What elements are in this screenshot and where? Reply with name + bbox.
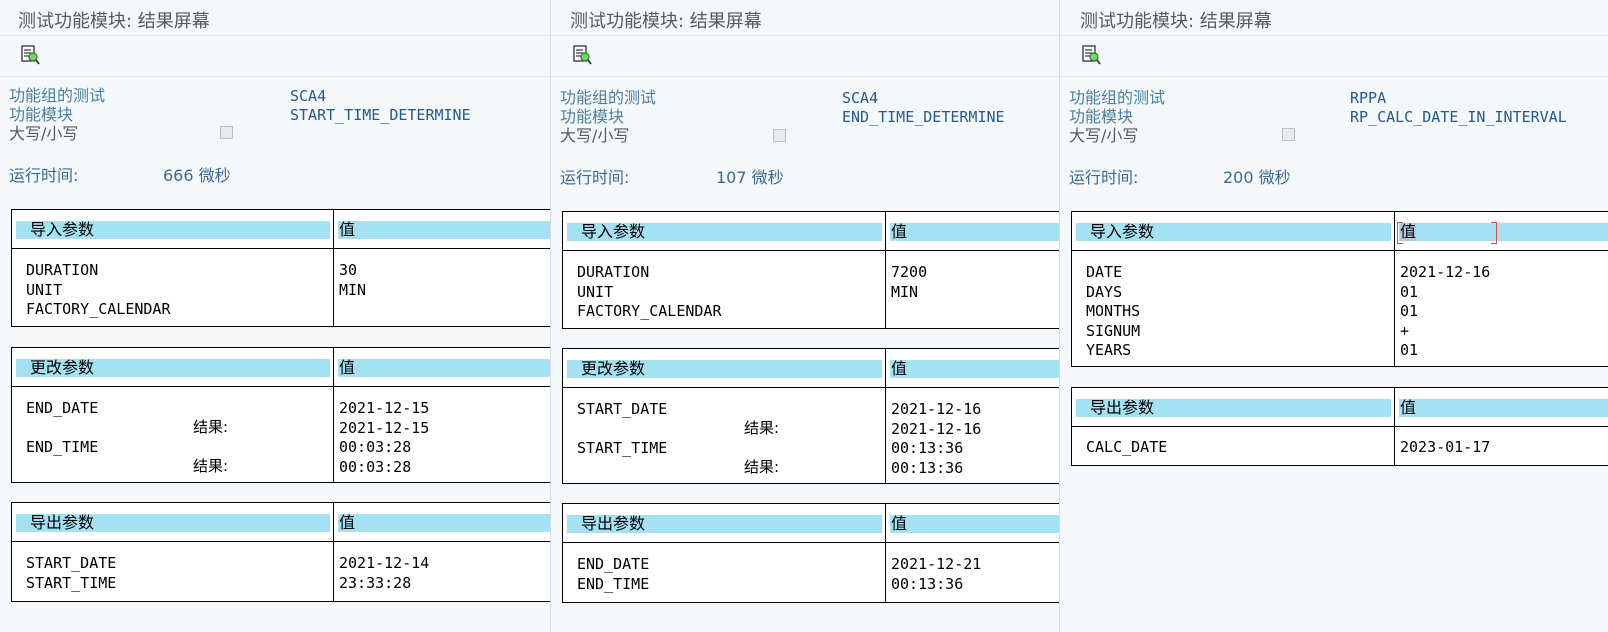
param-values: 7200 MIN — [891, 263, 928, 301]
param-values: 2021-12-14 23:33:28 — [339, 554, 430, 592]
column-divider — [1394, 388, 1395, 465]
export-parameters-table: 导出参数 值 CALC_DATE 2023-01-17 — [1071, 387, 1608, 466]
runtime-label: 运行时间: — [1069, 168, 1139, 187]
runtime-value: 666 微秒 — [163, 166, 231, 185]
param-names: CALC_DATE — [1086, 438, 1168, 456]
value-header: 值 — [891, 514, 908, 533]
function-group-label: 功能组的测试 — [560, 88, 657, 107]
value-header: 值 — [339, 358, 356, 377]
header-bar — [338, 221, 550, 239]
test-sequence-icon[interactable] — [571, 44, 593, 66]
param-names: START_DATE START_TIME — [26, 554, 117, 592]
column-divider — [885, 212, 886, 328]
screen-title: 测试功能模块: 结果屏幕 — [18, 11, 210, 32]
runtime-label: 运行时间: — [560, 168, 630, 187]
param-names: START_DATE START_TIME — [577, 400, 668, 457]
param-values: 2021-12-16 2021-12-16 00:13:36 00:13:36 — [891, 400, 982, 477]
function-group-value: SCA4 — [290, 87, 327, 105]
result-labels: 结果: 结果: — [193, 418, 229, 475]
value-header: 值 — [891, 222, 908, 241]
param-values: 2021-12-15 2021-12-15 00:03:28 00:03:28 — [339, 399, 430, 476]
column-divider — [333, 210, 334, 326]
export-parameters-table: 导出参数 值 START_DATE START_TIME 2021-12-14 … — [11, 502, 550, 602]
param-header: 导出参数 — [581, 514, 646, 533]
result-panel-2: 测试功能模块: 结果屏幕 功能组的测试 SCA4 功能模块 END_TIME_D… — [550, 0, 1060, 632]
toolbar-divider — [1060, 76, 1608, 77]
column-divider — [333, 503, 334, 601]
case-sensitive-label: 大写/小写 — [560, 126, 630, 145]
title-divider — [551, 35, 1060, 36]
function-module-value: START_TIME_DETERMINE — [290, 106, 471, 124]
function-module-label: 功能模块 — [1069, 107, 1134, 126]
column-divider — [885, 504, 886, 602]
focus-frame — [1397, 222, 1497, 244]
toolbar-divider — [551, 76, 1060, 77]
param-header: 导入参数 — [581, 222, 646, 241]
value-header: 值 — [339, 220, 356, 239]
param-values: 2021-12-16 01 01 + 01 — [1400, 263, 1491, 359]
screen-title: 测试功能模块: 结果屏幕 — [1080, 11, 1272, 32]
column-divider — [1394, 212, 1395, 366]
runtime-label: 运行时间: — [9, 166, 79, 185]
header-bar — [890, 360, 1060, 378]
param-header: 导入参数 — [1090, 222, 1155, 241]
param-values: 2021-12-21 00:13:36 — [891, 555, 982, 593]
function-module-value: RP_CALC_DATE_IN_INTERVAL — [1350, 108, 1567, 126]
function-group-value: RPPA — [1350, 89, 1387, 107]
changing-parameters-table: 更改参数 值 END_DATE END_TIME 结果: 结果: 2021-12… — [11, 347, 550, 483]
case-sensitive-checkbox[interactable] — [220, 126, 233, 139]
param-values: 2023-01-17 — [1400, 438, 1491, 456]
value-header: 值 — [891, 359, 908, 378]
export-parameters-table: 导出参数 值 END_DATE END_TIME 2021-12-21 00:1… — [562, 503, 1060, 603]
function-module-label: 功能模块 — [560, 107, 625, 126]
changing-parameters-table: 更改参数 值 START_DATE START_TIME 结果: 结果: 202… — [562, 348, 1060, 484]
screen-title: 测试功能模块: 结果屏幕 — [570, 11, 762, 32]
header-bar — [890, 515, 1060, 533]
case-sensitive-checkbox[interactable] — [1282, 128, 1295, 141]
header-bar — [890, 223, 1060, 241]
case-sensitive-label: 大写/小写 — [1069, 126, 1139, 145]
result-labels: 结果: 结果: — [744, 419, 780, 476]
column-divider — [885, 349, 886, 483]
param-names: DURATION UNIT FACTORY_CALENDAR — [577, 263, 722, 320]
function-group-label: 功能组的测试 — [1069, 88, 1166, 107]
column-divider — [333, 348, 334, 482]
toolbar-divider — [0, 76, 550, 77]
header-bar — [1399, 399, 1608, 417]
param-names: DURATION UNIT FACTORY_CALENDAR — [26, 261, 171, 318]
param-header: 更改参数 — [581, 359, 646, 378]
result-panel-1: 测试功能模块: 结果屏幕 功能组的测试 SCA4 功能模块 START_TIME… — [0, 0, 550, 632]
result-panel-3: 测试功能模块: 结果屏幕 功能组的测试 RPPA 功能模块 RP_CALC_DA… — [1059, 0, 1608, 632]
param-header: 导入参数 — [30, 220, 95, 239]
import-parameters-table: 导入参数 值 DATE DAYS MONTHS SIGNUM YEARS 202… — [1071, 211, 1608, 367]
function-module-label: 功能模块 — [9, 105, 74, 124]
header-bar — [338, 359, 550, 377]
value-header: 值 — [339, 513, 356, 532]
param-names: END_DATE END_TIME — [26, 399, 99, 456]
import-parameters-table: 导入参数 值 DURATION UNIT FACTORY_CALENDAR 30… — [11, 209, 550, 327]
runtime-value: 200 微秒 — [1223, 168, 1291, 187]
param-values: 30 MIN — [339, 261, 367, 299]
function-group-value: SCA4 — [842, 89, 879, 107]
param-names: DATE DAYS MONTHS SIGNUM YEARS — [1086, 263, 1141, 359]
case-sensitive-label: 大写/小写 — [9, 124, 79, 143]
case-sensitive-checkbox[interactable] — [773, 129, 786, 142]
title-divider — [0, 35, 550, 36]
param-names: END_DATE END_TIME — [577, 555, 650, 593]
title-divider — [1060, 35, 1608, 36]
import-parameters-table: 导入参数 值 DURATION UNIT FACTORY_CALENDAR 72… — [562, 211, 1060, 329]
test-sequence-icon[interactable] — [19, 44, 41, 66]
param-header: 更改参数 — [30, 358, 95, 377]
function-module-value: END_TIME_DETERMINE — [842, 108, 1005, 126]
runtime-value: 107 微秒 — [716, 168, 784, 187]
test-sequence-icon[interactable] — [1080, 44, 1102, 66]
value-header: 值 — [1400, 398, 1417, 417]
param-header: 导出参数 — [1090, 398, 1155, 417]
header-bar — [338, 514, 550, 532]
param-header: 导出参数 — [30, 513, 95, 532]
function-group-label: 功能组的测试 — [9, 86, 106, 105]
